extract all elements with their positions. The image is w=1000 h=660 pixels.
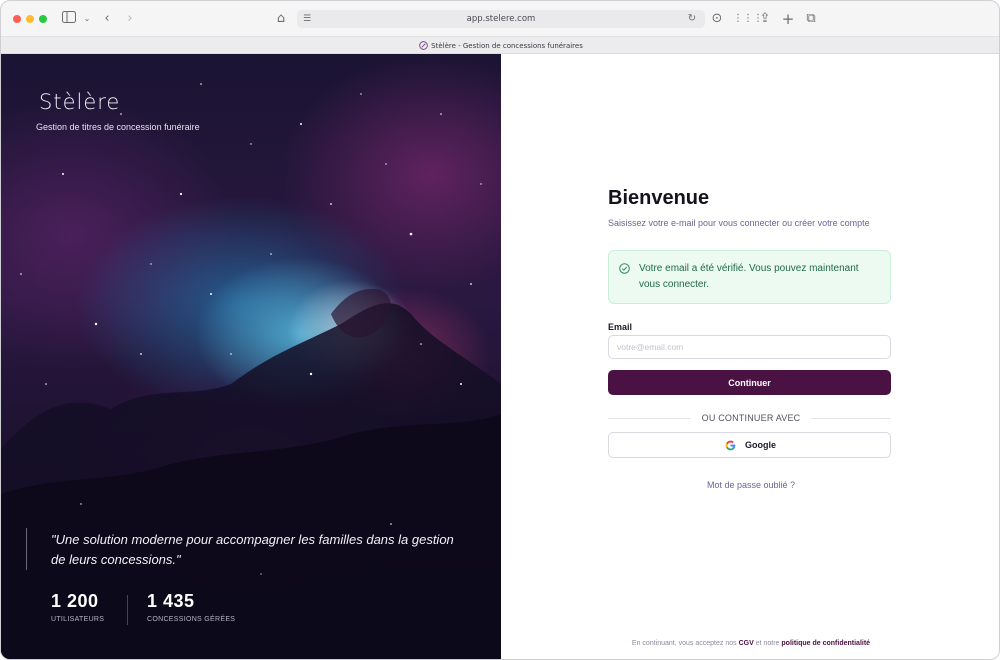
brand-tagline: Gestion de titres de concession funérair…: [36, 122, 200, 132]
tab-overview-icon[interactable]: ⧉: [803, 11, 819, 27]
divider-label: OU CONTINUER AVEC: [691, 413, 811, 423]
cgv-link[interactable]: CGV: [739, 640, 754, 647]
back-icon[interactable]: ‹: [99, 11, 115, 27]
check-circle-icon: [619, 263, 630, 274]
google-signin-button[interactable]: Google: [608, 432, 891, 458]
testimonial-quote: "Une solution moderne pour accompagner l…: [51, 532, 454, 567]
sidebar-toggle-icon[interactable]: [61, 11, 77, 27]
terms-notice: En continuant, vous acceptez nos CGV et …: [501, 640, 999, 647]
login-panel: Bienvenue Saisissez votre e-mail pour vo…: [501, 54, 999, 659]
page-title: Bienvenue: [608, 187, 710, 209]
address-bar[interactable]: ☰ app.stelere.com ↻: [297, 10, 705, 28]
terms-middle: et notre: [755, 640, 780, 647]
google-icon: [725, 440, 736, 451]
stat-concessions-value: 1 435: [147, 591, 195, 611]
quote-accent-bar: [26, 528, 27, 570]
privacy-policy-link[interactable]: politique de confidentialité: [781, 640, 870, 647]
tab-bar: Stèlère - Gestion de concessions funérai…: [1, 37, 999, 54]
stat-users: 1 200 UTILISATEURS: [51, 591, 104, 623]
site-favicon-icon: [419, 41, 428, 50]
new-tab-icon[interactable]: +: [780, 11, 796, 27]
reload-icon[interactable]: ↻: [685, 11, 699, 27]
stat-concessions-label: CONCESSIONS GÉRÉES: [147, 616, 236, 623]
email-input[interactable]: [608, 335, 891, 359]
maximize-window-button[interactable]: [39, 15, 47, 23]
hero-panel: Stèlère Gestion de titres de concession …: [1, 54, 501, 659]
stat-users-label: UTILISATEURS: [51, 616, 105, 623]
forward-icon[interactable]: ›: [122, 11, 138, 27]
share-icon[interactable]: ⇪: [757, 11, 773, 27]
minimize-window-button[interactable]: [26, 15, 34, 23]
extensions-grid-icon[interactable]: ⋮⋮⋮: [733, 11, 763, 27]
tab-title: Stèlère - Gestion de concessions funérai…: [431, 42, 583, 50]
browser-toolbar: ⌄ ‹ › ⌂ ☰ app.stelere.com ↻ ⊙ ⋮⋮⋮ ⇪ + ⧉: [1, 1, 999, 37]
stat-concessions: 1 435 CONCESSIONS GÉRÉES: [147, 591, 235, 623]
close-window-button[interactable]: [13, 15, 21, 23]
active-tab[interactable]: Stèlère - Gestion de concessions funérai…: [1, 41, 999, 50]
chevron-down-icon[interactable]: ⌄: [79, 11, 95, 27]
stat-users-value: 1 200: [51, 591, 99, 611]
page-subtitle: Saisissez votre e-mail pour vous connect…: [608, 218, 870, 228]
download-icon[interactable]: ⊙: [709, 11, 725, 27]
success-alert: Votre email a été vérifié. Vous pouvez m…: [608, 250, 891, 304]
home-icon[interactable]: ⌂: [273, 11, 289, 27]
brand-logo: Stèlère: [39, 90, 121, 114]
google-button-label: Google: [745, 440, 776, 450]
browser-window: ⌄ ‹ › ⌂ ☰ app.stelere.com ↻ ⊙ ⋮⋮⋮ ⇪ + ⧉ …: [0, 0, 1000, 660]
email-label: Email: [608, 322, 633, 332]
continue-button[interactable]: Continuer: [608, 370, 891, 395]
stat-divider: [127, 595, 128, 625]
terms-prefix: En continuant, vous acceptez nos: [631, 640, 737, 647]
success-alert-message: Votre email a été vérifié. Vous pouvez m…: [639, 263, 859, 290]
address-bar-url: app.stelere.com: [466, 14, 536, 24]
forgot-password-link[interactable]: Mot de passe oublié ?: [501, 480, 999, 490]
